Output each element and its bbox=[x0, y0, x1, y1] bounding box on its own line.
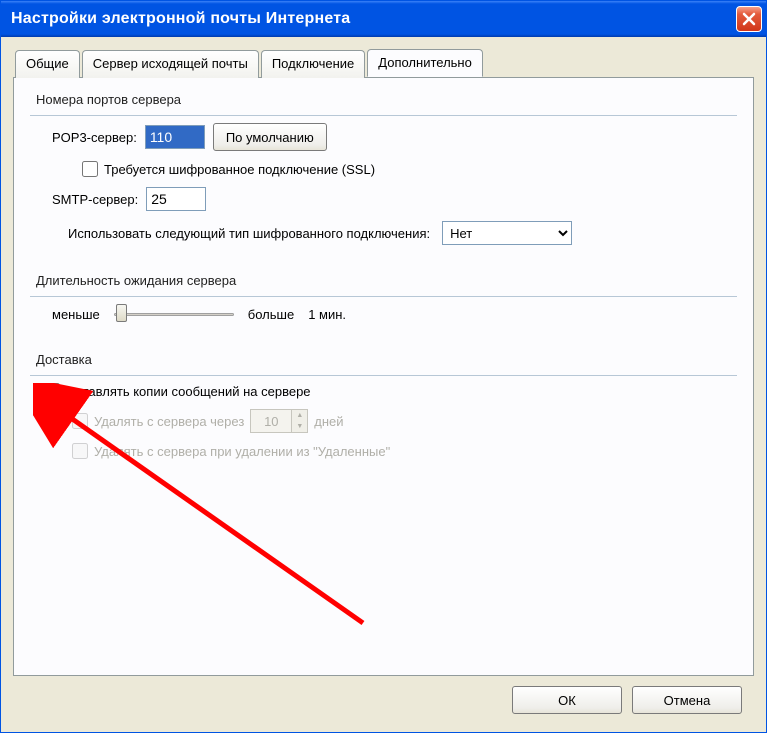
cancel-button[interactable]: Отмена bbox=[632, 686, 742, 714]
tab-advanced[interactable]: Дополнительно bbox=[367, 49, 483, 77]
group-legend-ports: Номера портов сервера bbox=[36, 92, 187, 107]
smtp-label: SMTP-сервер: bbox=[52, 192, 138, 207]
dialog-footer: ОК Отмена bbox=[13, 676, 754, 724]
timeout-value: 1 мин. bbox=[308, 307, 346, 322]
delete-on-trash-label: Удалять с сервера при удалении из "Удале… bbox=[94, 444, 390, 459]
tab-panel-advanced: Номера портов сервера POP3-сервер: По ум… bbox=[13, 77, 754, 676]
window-title: Настройки электронной почты Интернета bbox=[11, 10, 350, 28]
timeout-more-label: больше bbox=[248, 307, 294, 322]
group-delivery: Доставка Оставлять копии сообщений на се… bbox=[30, 352, 737, 475]
ok-button[interactable]: ОК bbox=[512, 686, 622, 714]
pop3-ssl-checkbox[interactable] bbox=[82, 161, 98, 177]
tab-outgoing-server[interactable]: Сервер исходящей почты bbox=[82, 50, 259, 78]
pop3-port-input[interactable] bbox=[145, 125, 205, 149]
close-button[interactable] bbox=[736, 6, 762, 32]
spinner-up-icon: ▲ bbox=[292, 410, 307, 421]
spinner-down-icon: ▼ bbox=[292, 421, 307, 432]
pop3-ssl-label: Требуется шифрованное подключение (SSL) bbox=[104, 162, 375, 177]
delete-after-checkbox bbox=[72, 413, 88, 429]
encryption-type-label: Использовать следующий тип шифрованного … bbox=[68, 226, 430, 241]
group-server-timeout: Длительность ожидания сервера меньше бол… bbox=[30, 273, 737, 340]
smtp-port-input[interactable] bbox=[146, 187, 206, 211]
close-icon bbox=[742, 12, 756, 26]
delete-after-label: Удалять с сервера через bbox=[94, 414, 244, 429]
delete-after-days-input bbox=[251, 410, 291, 432]
tabs-strip: Общие Сервер исходящей почты Подключение… bbox=[13, 49, 754, 77]
delete-on-trash-checkbox bbox=[72, 443, 88, 459]
tab-general[interactable]: Общие bbox=[15, 50, 80, 78]
dialog-window: Настройки электронной почты Интернета Об… bbox=[0, 0, 767, 733]
group-port-numbers: Номера портов сервера POP3-сервер: По ум… bbox=[30, 92, 737, 261]
group-legend-timeout: Длительность ожидания сервера bbox=[36, 273, 242, 288]
timeout-slider[interactable] bbox=[114, 304, 234, 324]
content-area: Общие Сервер исходящей почты Подключение… bbox=[1, 37, 766, 732]
default-ports-button[interactable]: По умолчанию bbox=[213, 123, 327, 151]
leave-copy-checkbox[interactable] bbox=[44, 383, 60, 399]
pop3-label: POP3-сервер: bbox=[52, 130, 137, 145]
group-legend-delivery: Доставка bbox=[36, 352, 98, 367]
encryption-type-select[interactable]: Нет bbox=[442, 221, 572, 245]
titlebar[interactable]: Настройки электронной почты Интернета bbox=[1, 1, 766, 37]
slider-thumb[interactable] bbox=[116, 304, 127, 322]
days-label: дней bbox=[314, 414, 343, 429]
tab-connection[interactable]: Подключение bbox=[261, 50, 365, 78]
timeout-less-label: меньше bbox=[52, 307, 100, 322]
delete-after-days-spinner: ▲ ▼ bbox=[250, 409, 308, 433]
leave-copy-label: Оставлять копии сообщений на сервере bbox=[66, 384, 311, 399]
